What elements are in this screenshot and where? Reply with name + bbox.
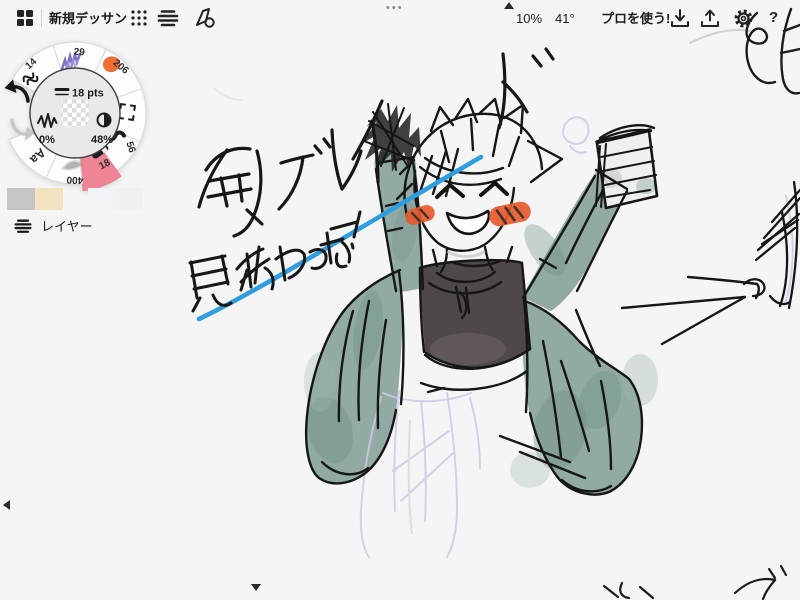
wheel-label-29: 29	[73, 47, 85, 59]
handwriting-line-2	[188, 210, 362, 313]
canvas-edge-marker-bottom[interactable]	[251, 584, 261, 591]
zoom-level[interactable]: 10%	[516, 11, 542, 27]
faint-strokes	[213, 29, 751, 101]
open-smile-mouth	[445, 209, 491, 236]
bottom-edge-scribble	[602, 564, 788, 600]
opacity-value: 48%	[91, 134, 113, 146]
help-button[interactable]: ?	[769, 9, 778, 26]
color-swatch-cream[interactable]	[35, 188, 63, 210]
tool-wheel: 14 29 206 56 18 400 Aa 18 pts 0% 48%	[4, 41, 147, 192]
color-swatch-light-2[interactable]	[115, 188, 143, 210]
import-button[interactable]	[671, 9, 689, 28]
color-swatch-gray[interactable]	[7, 188, 35, 210]
export-icon	[701, 9, 719, 27]
gear-icon	[734, 9, 753, 28]
canvas-edge-marker-top[interactable]	[504, 2, 514, 9]
active-color-swatch-checker[interactable]	[61, 99, 89, 127]
right-edge-sketch	[742, 180, 800, 310]
smoothing-value: 0%	[39, 134, 55, 146]
settings-button[interactable]	[734, 9, 753, 28]
wheel-label-400: 400	[66, 174, 83, 186]
rotation-angle[interactable]: 41°	[555, 11, 575, 27]
color-swatch-light-1[interactable]	[88, 188, 115, 210]
arrow-scribble	[620, 275, 760, 346]
precision-tools-button[interactable]	[194, 8, 216, 28]
import-icon	[671, 9, 689, 27]
stroke-size-value: 18 pts	[72, 88, 104, 100]
export-button[interactable]	[701, 9, 719, 28]
character-sketch	[304, 97, 794, 558]
toolbar-drag-handle[interactable]: •••	[386, 2, 404, 14]
layers-label: レイヤー	[41, 219, 93, 234]
pen-nib-icon	[196, 8, 215, 28]
layers-stack-icon	[14, 219, 32, 233]
pro-upgrade-button[interactable]: プロを使う!	[601, 11, 670, 27]
layers-button[interactable]: レイヤー	[14, 216, 93, 235]
app-window: 新規デッサン ••• 10% 41° プロを使う! ? 14 29 206 56…	[0, 0, 800, 600]
canvas-edge-marker-left[interactable]	[3, 500, 10, 510]
